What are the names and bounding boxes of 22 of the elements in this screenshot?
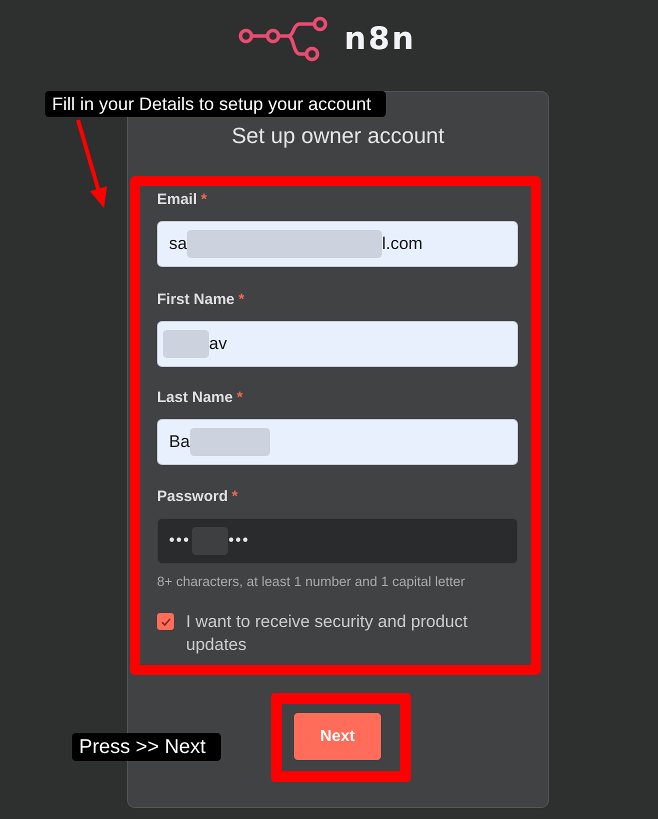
text-field[interactable]: av [157,321,518,367]
field-hint: 8+ characters, at least 1 number and 1 capital letter [157,574,466,590]
password-field[interactable]: ••• ••• [157,518,518,564]
checkbox-label: I want to receive security and product updates [186,611,469,656]
checkbox[interactable] [157,613,174,630]
field-label: First Name [157,290,235,310]
required-mark: * [232,487,238,507]
text-field[interactable]: sa l.com [157,221,518,267]
text-field[interactable]: Ba [157,419,518,465]
card-title: Set up owner account [230,122,446,150]
redaction-blur [163,330,209,358]
logo-text: n8n [344,20,416,56]
callout-label: Fill in your Details to setup your account [45,91,386,117]
field-label: Password [157,487,228,507]
check-icon [160,618,170,626]
logo-icon [238,14,328,62]
required-mark: * [201,190,207,210]
required-mark: * [238,290,244,310]
field-label: Last Name [157,388,233,408]
callout-label: Press >> Next [72,733,221,761]
field-label: Email [157,190,198,210]
required-mark: * [236,388,243,408]
